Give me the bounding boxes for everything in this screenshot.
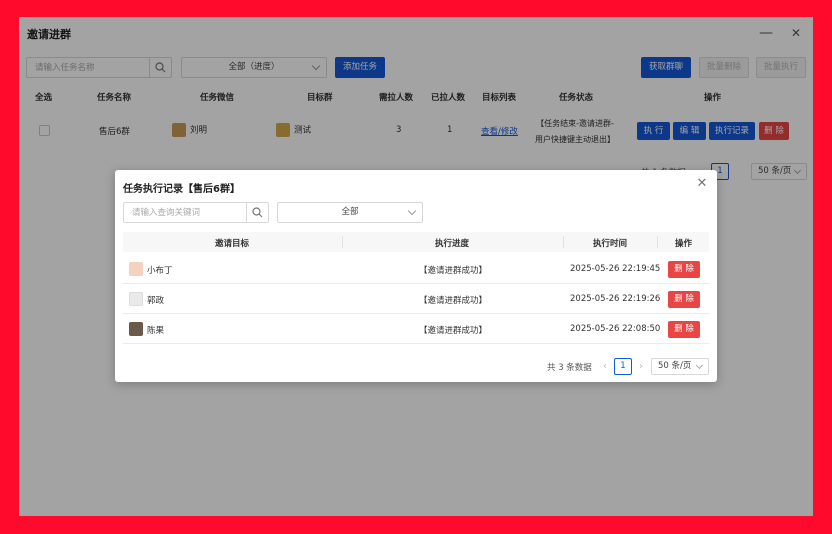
dialog-title: 任务执行记录【售后6群】 <box>123 184 240 195</box>
table-row: 陈果 【邀请进群成功】 2025-05-26 22:08:50 删 除 <box>123 314 709 344</box>
log-search <box>123 202 269 223</box>
column-divider <box>563 236 564 248</box>
dialog-close-icon[interactable]: ✕ <box>695 177 709 191</box>
next-page-icon[interactable]: › <box>636 361 646 372</box>
log-page-size-select[interactable]: 50 条/页 <box>651 358 709 375</box>
invite-time: 2025-05-26 22:19:45 <box>570 264 661 274</box>
chevron-down-icon <box>695 361 704 370</box>
avatar <box>129 292 143 306</box>
invite-target-name: 小布丁 <box>147 266 173 276</box>
column-divider <box>342 236 343 248</box>
app-window: 邀请进群 — ✕ 全部（进度） 添加任务 获取群聊 批量删除 批量执行 全选 任… <box>19 17 813 516</box>
avatar <box>129 262 143 276</box>
log-pager: 共 3 条数据 ‹ 1 › 50 条/页 <box>547 358 713 376</box>
avatar <box>129 322 143 336</box>
header-exec-time: 执行时间 <box>593 239 628 249</box>
log-table-header: 邀请目标 执行进度 执行时间 操作 <box>123 232 709 252</box>
delete-log-button[interactable]: 删 除 <box>668 321 700 338</box>
log-search-button[interactable] <box>246 203 268 222</box>
log-total-count: 共 3 条数据 <box>547 363 592 373</box>
execution-log-dialog: 任务执行记录【售后6群】 ✕ 全部 邀请目标 执行进度 执行时间 操作 小布丁 … <box>115 170 717 382</box>
header-log-actions: 操作 <box>675 239 693 249</box>
chevron-down-icon <box>407 206 417 216</box>
log-page-size-value: 50 条/页 <box>658 361 692 371</box>
log-page-number[interactable]: 1 <box>614 358 632 375</box>
invite-time: 2025-05-26 22:08:50 <box>570 324 661 334</box>
invite-progress: 【邀请进群成功】 <box>419 296 488 306</box>
table-row: 小布丁 【邀请进群成功】 2025-05-26 22:19:45 删 除 <box>123 254 709 284</box>
log-search-input[interactable] <box>132 207 242 219</box>
delete-log-button[interactable]: 删 除 <box>668 291 700 308</box>
table-row: 郭政 【邀请进群成功】 2025-05-26 22:19:26 删 除 <box>123 284 709 314</box>
column-divider <box>657 236 658 248</box>
search-icon <box>252 207 263 218</box>
invite-progress: 【邀请进群成功】 <box>419 266 488 276</box>
log-filter-value: 全部 <box>341 207 359 217</box>
log-filter-select[interactable]: 全部 <box>277 202 423 223</box>
delete-log-button[interactable]: 删 除 <box>668 261 700 278</box>
prev-page-icon[interactable]: ‹ <box>600 361 610 372</box>
invite-progress: 【邀请进群成功】 <box>419 326 488 336</box>
header-invite-target: 邀请目标 <box>215 239 250 249</box>
invite-target-name: 郭政 <box>147 296 165 306</box>
invite-target-name: 陈果 <box>147 326 165 336</box>
invite-time: 2025-05-26 22:19:26 <box>570 294 661 304</box>
header-progress: 执行进度 <box>435 239 470 249</box>
